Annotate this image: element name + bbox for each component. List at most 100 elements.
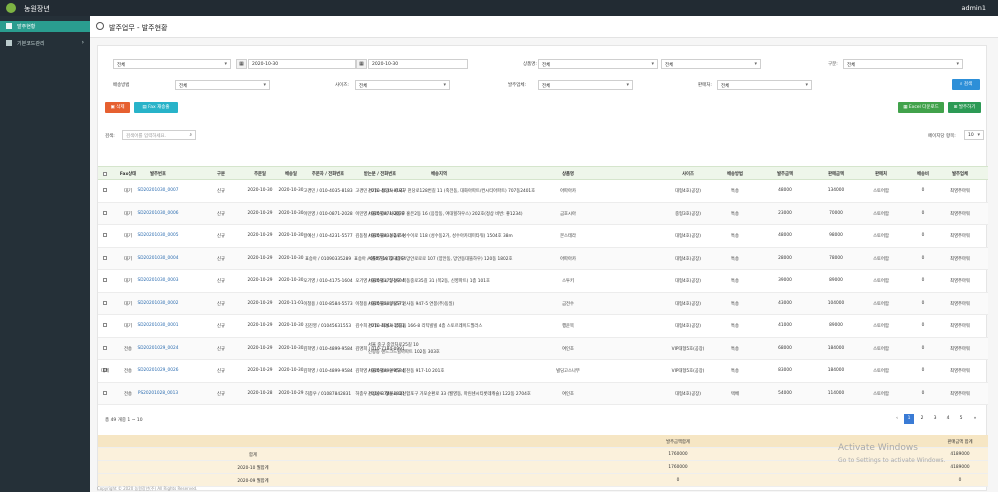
delete-button[interactable]: ▣ 삭제 bbox=[105, 102, 130, 113]
cell-vendor: 최영주마워 bbox=[950, 369, 970, 374]
cell-type: 신규 bbox=[217, 189, 225, 194]
filter-select-1[interactable]: 전체 ▾ bbox=[113, 59, 231, 69]
row-checkbox[interactable] bbox=[103, 233, 107, 237]
cell-no[interactable]: SD20201030_0006 bbox=[138, 211, 179, 216]
shop-select[interactable]: 전체 ▾ bbox=[717, 80, 812, 90]
page-button-2[interactable]: 2 bbox=[917, 414, 927, 424]
cell-prod: 금호시아 bbox=[560, 211, 576, 217]
row-checkbox[interactable] bbox=[103, 390, 107, 395]
page-prev-button[interactable]: ‹ bbox=[892, 414, 902, 424]
column-header[interactable]: 주문일 bbox=[254, 171, 266, 177]
column-header[interactable]: 배송비 bbox=[917, 171, 929, 177]
cell-ship: 특송 bbox=[731, 324, 739, 329]
date-from-input[interactable]: 2020-10-30 bbox=[248, 59, 356, 69]
row-checkbox[interactable] bbox=[103, 323, 107, 327]
page-button-1[interactable]: 1 bbox=[904, 414, 914, 424]
table-row[interactable]: 대기 SD20201030_0003 신규 2020-10-29 2020-10-30 오… bbox=[98, 270, 988, 293]
column-header[interactable]: 배송방법 bbox=[727, 171, 743, 177]
column-header[interactable]: 구분 bbox=[217, 171, 225, 177]
search-button[interactable]: ⌕ 검색 bbox=[952, 79, 980, 90]
column-header[interactable]: 배송일 bbox=[285, 171, 297, 177]
cell-orderer: 고경민 / 010-4035-8183 bbox=[303, 189, 353, 194]
excel-download-button[interactable]: ▦ Excel 다운로드 bbox=[898, 102, 944, 113]
cell-type: 신규 bbox=[217, 369, 225, 374]
row-checkbox[interactable] bbox=[103, 300, 107, 305]
table-row[interactable]: 대체 전송 SD20201029_0026 신규 2020-10-29 2020-10-3… bbox=[98, 360, 988, 383]
column-header[interactable]: 주문자 / 전화번호 bbox=[312, 171, 344, 177]
cell-no[interactable]: SD20201030_0003 bbox=[138, 278, 179, 283]
cell-sale: 114000 bbox=[827, 390, 845, 396]
org-select[interactable]: 전체 ▾ bbox=[538, 80, 633, 90]
search-input[interactable]: 검색어를 입력하세요. ⌕ bbox=[122, 130, 196, 140]
row-checkbox[interactable] bbox=[103, 210, 107, 215]
column-header[interactable]: 발주번호 bbox=[150, 171, 166, 177]
cell-no[interactable]: SD20201030_0004 bbox=[138, 256, 179, 261]
cell-shop: 스토어팜 bbox=[873, 369, 889, 374]
page-button-5[interactable]: 5 bbox=[956, 414, 966, 424]
cell-fee: 0 bbox=[921, 390, 925, 396]
cell-dd: 2020-10-29 bbox=[278, 390, 304, 396]
column-header[interactable]: 발주업체 bbox=[952, 171, 968, 177]
table-row[interactable]: 전송 PS20201028_0013 신규 2020-10-28 2020-10-29 허… bbox=[98, 382, 988, 405]
category-select[interactable]: 전체 ▾ bbox=[843, 59, 963, 69]
calendar-icon[interactable]: ▦ bbox=[356, 59, 367, 69]
column-header[interactable]: 발주금액 bbox=[777, 171, 793, 177]
cell-no[interactable]: SD20201029_0024 bbox=[138, 346, 179, 351]
table-row[interactable]: 전송 SD20201029_0024 신규 2020-10-29 2020-10-30 김… bbox=[98, 337, 988, 360]
calendar-icon[interactable]: ▦ bbox=[236, 59, 247, 69]
size-select[interactable]: 전체 ▾ bbox=[355, 80, 450, 90]
cell-addr: 서울특별시 관악구 봉천동 917-10 201호 bbox=[368, 369, 445, 374]
cell-no[interactable]: SD20201030_0007 bbox=[138, 188, 179, 193]
cell-od: 2020-10-29 bbox=[247, 345, 273, 351]
row-checkbox[interactable] bbox=[103, 345, 107, 350]
page-button-3[interactable]: 3 bbox=[930, 414, 940, 424]
sidebar-item-code-admin[interactable]: 기본코드관리 › bbox=[0, 38, 90, 48]
column-header[interactable]: 사이즈 bbox=[682, 171, 694, 177]
cell-no[interactable]: SD20201030_0002 bbox=[138, 301, 179, 306]
page-size-select[interactable]: 10 ▾ bbox=[964, 130, 984, 140]
cell-no[interactable]: SD20201030_0001 bbox=[138, 323, 179, 328]
product-select-2[interactable]: 전체 ▾ bbox=[661, 59, 761, 69]
column-header[interactable]: 판매처 bbox=[875, 171, 887, 177]
cell-vendor: 최영주마워 bbox=[950, 391, 970, 397]
cell-sale: 89000 bbox=[829, 323, 843, 328]
order-button[interactable]: ⊞ 발주하기 bbox=[948, 102, 981, 113]
select-all-checkbox[interactable] bbox=[103, 172, 107, 176]
cell-size: 중형3호(공장) bbox=[675, 211, 701, 217]
date-to-input[interactable]: 2020-10-30 bbox=[368, 59, 468, 69]
user-menu[interactable]: admin1 bbox=[961, 4, 986, 12]
cell-amt: 23000 bbox=[778, 210, 792, 216]
table-row[interactable]: 대기 SD20201030_0002 신규 2020-10-29 2020-11-01 이… bbox=[98, 292, 988, 315]
summary-row: 2020-09 월합계 0 0 bbox=[98, 474, 988, 487]
table-row[interactable]: 대기 SD20201030_0005 신규 2020-10-29 2020-10-30 왕… bbox=[98, 225, 988, 248]
row-checkbox[interactable] bbox=[103, 255, 107, 260]
table-row[interactable]: 대기 SD20201030_0004 신규 2020-10-29 2020-10-30 표… bbox=[98, 247, 988, 270]
column-header[interactable]: 받는분 / 전화번호 bbox=[364, 171, 396, 177]
cell-no[interactable]: SD20201029_0026 bbox=[138, 368, 179, 373]
cell-shop: 스토어팜 bbox=[873, 211, 889, 217]
cell-fee: 0 bbox=[921, 188, 925, 193]
column-header[interactable]: 상품명 bbox=[562, 171, 574, 177]
product-select-1[interactable]: 전체 ▾ bbox=[538, 59, 658, 69]
cell-shop: 스토어팜 bbox=[873, 324, 889, 329]
cell-fax: 대기 bbox=[124, 234, 132, 239]
logo-icon bbox=[6, 3, 16, 13]
table-row[interactable]: 대기 SD20201030_0006 신규 2020-10-29 2020-10-30 이… bbox=[98, 202, 988, 225]
page-last-button[interactable]: » bbox=[970, 414, 980, 424]
table-row[interactable]: 대기 SD20201030_0001 신규 2020-10-29 2020-10-30 김… bbox=[98, 315, 988, 338]
cell-prod: 여인초 bbox=[562, 346, 574, 352]
column-header[interactable]: 판매금액 bbox=[828, 171, 844, 177]
table-row[interactable]: 대기 SD20201030_0007 신규 2020-10-30 2020-10-30 고… bbox=[98, 180, 988, 203]
cell-no[interactable]: SD20201030_0005 bbox=[138, 233, 179, 238]
sidebar-item-order-status[interactable]: 발주현황 bbox=[0, 21, 90, 32]
page-button-4[interactable]: 4 bbox=[943, 414, 953, 424]
delivery-select[interactable]: 전체 ▾ bbox=[175, 80, 270, 90]
row-checkbox[interactable] bbox=[103, 278, 107, 282]
cell-vendor: 최영주마워 bbox=[950, 324, 970, 329]
cell-no[interactable]: PS20201028_0013 bbox=[138, 391, 178, 396]
cell-ship: 특송 bbox=[731, 279, 739, 284]
row-checkbox[interactable] bbox=[103, 188, 107, 192]
column-header[interactable]: 배송지역 bbox=[431, 171, 447, 177]
column-header[interactable]: Fax상태 bbox=[120, 171, 136, 177]
fax-resend-button[interactable]: ▤ Fax 재송출 bbox=[134, 102, 178, 113]
